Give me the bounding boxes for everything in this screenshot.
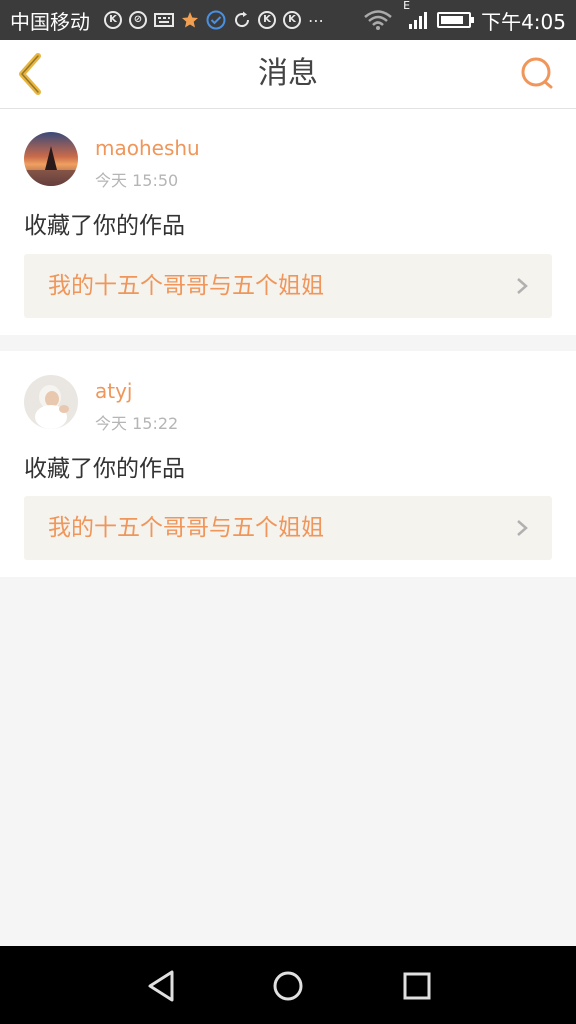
- message-time: 今天 15:22: [95, 414, 179, 433]
- avatar[interactable]: [24, 132, 78, 186]
- battery-icon: [437, 12, 475, 28]
- network-type-label: E: [403, 0, 411, 12]
- notification-icons: K ⊘ K K ⋯: [104, 10, 324, 30]
- refresh-icon: [235, 11, 250, 28]
- keyboard-icon: [154, 13, 174, 27]
- header-bar: 消息: [0, 40, 576, 109]
- k-app-icon: K: [104, 11, 122, 29]
- k-app-icon-3: K: [283, 11, 301, 29]
- message-card: atyj 今天 15:22 收藏了你的作品 我的十五个哥哥与五个姐姐: [0, 351, 576, 577]
- nav-back-icon[interactable]: [142, 966, 182, 1006]
- k-app-icon-2: K: [258, 11, 276, 29]
- status-bar: 中国移动 K ⊘ K K ⋯ E 下午4:05: [0, 0, 576, 40]
- work-title: 我的十五个哥哥与五个姐姐: [48, 273, 324, 299]
- message-action: 收藏了你的作品: [24, 456, 185, 482]
- blocked-icon: ⊘: [129, 11, 147, 29]
- signal-icon: [409, 11, 428, 29]
- message-action: 收藏了你的作品: [24, 213, 185, 239]
- chevron-right-icon: [517, 520, 528, 536]
- user-name[interactable]: atyj: [95, 379, 133, 403]
- avatar[interactable]: [24, 375, 78, 429]
- work-link[interactable]: 我的十五个哥哥与五个姐姐: [24, 496, 552, 560]
- more-icon: ⋯: [308, 10, 324, 30]
- chevron-right-icon: [517, 278, 528, 294]
- nav-home-icon[interactable]: [268, 966, 308, 1006]
- clock: 下午4:05: [481, 9, 566, 34]
- work-link[interactable]: 我的十五个哥哥与五个姐姐: [24, 254, 552, 318]
- message-card: maoheshu 今天 15:50 收藏了你的作品 我的十五个哥哥与五个姐姐: [0, 109, 576, 335]
- wifi-icon: [364, 10, 392, 30]
- work-title: 我的十五个哥哥与五个姐姐: [48, 515, 324, 541]
- system-nav-bar: [0, 946, 576, 1024]
- carrier-label: 中国移动: [10, 9, 90, 34]
- message-time: 今天 15:50: [95, 171, 179, 190]
- user-name[interactable]: maoheshu: [95, 136, 200, 160]
- page-title: 消息: [258, 56, 318, 91]
- check-circle-icon: [206, 10, 226, 30]
- star-icon: [182, 12, 198, 28]
- search-icon[interactable]: [518, 54, 558, 94]
- nav-recents-icon[interactable]: [397, 966, 437, 1006]
